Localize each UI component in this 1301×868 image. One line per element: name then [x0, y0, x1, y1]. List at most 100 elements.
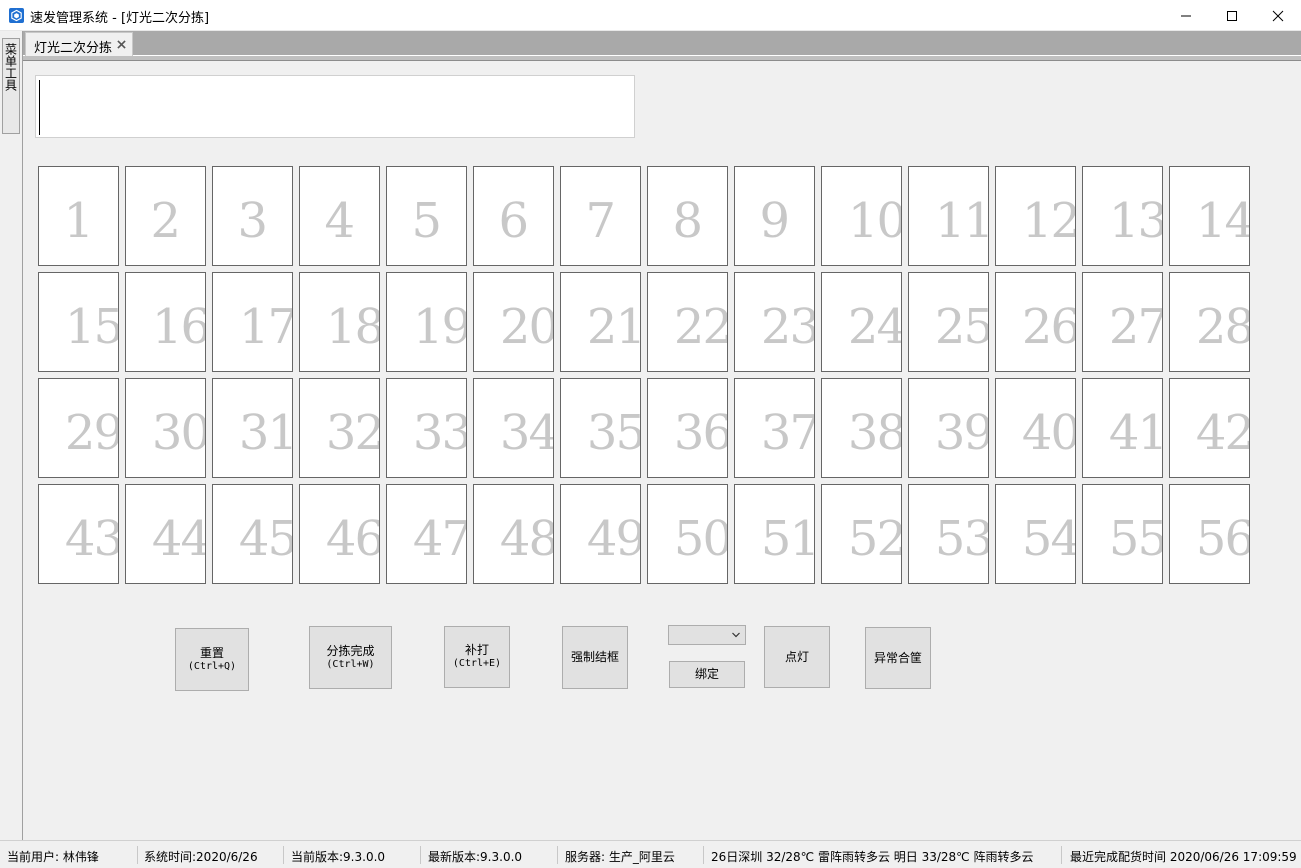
slot-cell[interactable]: 16	[125, 272, 206, 372]
slot-number: 9	[759, 193, 790, 249]
force-close-label: 强制结框	[570, 650, 619, 664]
slot-cell[interactable]: 18	[299, 272, 380, 372]
slot-cell[interactable]: 32	[299, 378, 380, 478]
slot-cell[interactable]: 28	[1169, 272, 1250, 372]
tab-light-secondary-sort[interactable]: 灯光二次分拣	[25, 32, 133, 56]
slot-cell[interactable]: 56	[1169, 484, 1250, 584]
slot-cell[interactable]: 15	[38, 272, 119, 372]
slot-number: 38	[847, 405, 902, 461]
slot-cell[interactable]: 12	[995, 166, 1076, 266]
slot-cell[interactable]: 7	[560, 166, 641, 266]
light-button[interactable]: 点灯	[764, 626, 830, 688]
slot-cell[interactable]: 37	[734, 378, 815, 478]
status-separator	[1061, 846, 1062, 864]
minimize-button[interactable]	[1163, 0, 1209, 31]
slot-number: 52	[847, 511, 902, 567]
slot-number: 55	[1108, 511, 1163, 567]
slot-cell[interactable]: 48	[473, 484, 554, 584]
slot-cell[interactable]: 46	[299, 484, 380, 584]
slot-cell[interactable]: 2	[125, 166, 206, 266]
slot-number: 50	[673, 511, 728, 567]
slot-cell[interactable]: 9	[734, 166, 815, 266]
status-separator	[703, 846, 704, 864]
slot-number: 26	[1021, 299, 1076, 355]
slot-cell[interactable]: 20	[473, 272, 554, 372]
slot-cell[interactable]: 26	[995, 272, 1076, 372]
slot-number: 46	[325, 511, 380, 567]
reprint-label: 补打	[464, 643, 489, 657]
reset-button[interactable]: 重置 (Ctrl+Q)	[175, 628, 249, 691]
slot-cell[interactable]: 1	[38, 166, 119, 266]
slot-cell[interactable]: 47	[386, 484, 467, 584]
slot-cell[interactable]: 36	[647, 378, 728, 478]
slot-cell[interactable]: 52	[821, 484, 902, 584]
close-button[interactable]	[1255, 0, 1301, 31]
slot-number: 20	[499, 299, 554, 355]
slot-number: 8	[672, 193, 703, 249]
slot-cell[interactable]: 55	[1082, 484, 1163, 584]
slot-cell[interactable]: 33	[386, 378, 467, 478]
maximize-button[interactable]	[1209, 0, 1255, 31]
slot-number: 41	[1108, 405, 1163, 461]
slot-cell[interactable]: 10	[821, 166, 902, 266]
slot-number: 19	[412, 299, 467, 355]
slot-cell[interactable]: 25	[908, 272, 989, 372]
slot-cell[interactable]: 22	[647, 272, 728, 372]
slot-cell[interactable]: 30	[125, 378, 206, 478]
slot-cell[interactable]: 42	[1169, 378, 1250, 478]
slot-cell[interactable]: 14	[1169, 166, 1250, 266]
slot-cell[interactable]: 4	[299, 166, 380, 266]
slot-cell[interactable]: 8	[647, 166, 728, 266]
slot-number: 14	[1195, 193, 1250, 249]
maximize-icon	[1227, 10, 1237, 21]
slot-cell[interactable]: 43	[38, 484, 119, 584]
slot-cell[interactable]: 34	[473, 378, 554, 478]
slot-cell[interactable]: 53	[908, 484, 989, 584]
slot-cell[interactable]: 29	[38, 378, 119, 478]
slot-cell[interactable]: 38	[821, 378, 902, 478]
status-current-user: 当前用户: 林伟锋	[7, 850, 99, 864]
slot-cell[interactable]: 11	[908, 166, 989, 266]
side-tab-menu-tools[interactable]: 菜单工具	[2, 38, 20, 134]
slot-cell[interactable]: 35	[560, 378, 641, 478]
slot-cell[interactable]: 13	[1082, 166, 1163, 266]
slot-cell[interactable]: 19	[386, 272, 467, 372]
status-separator	[283, 846, 284, 864]
reprint-button[interactable]: 补打 (Ctrl+E)	[444, 626, 510, 688]
slot-cell[interactable]: 24	[821, 272, 902, 372]
slot-cell[interactable]: 27	[1082, 272, 1163, 372]
slot-cell[interactable]: 45	[212, 484, 293, 584]
slot-cell[interactable]: 49	[560, 484, 641, 584]
slot-cell[interactable]: 21	[560, 272, 641, 372]
slot-number: 51	[760, 511, 815, 567]
sort-complete-button[interactable]: 分拣完成 (Ctrl+W)	[309, 626, 392, 689]
force-close-box-button[interactable]: 强制结框	[562, 626, 628, 689]
slot-cell[interactable]: 50	[647, 484, 728, 584]
sort-complete-label: 分拣完成	[326, 643, 375, 658]
exception-box-button[interactable]: 异常合筐	[865, 627, 931, 689]
tab-label: 灯光二次分拣	[34, 41, 113, 56]
tab-close-icon[interactable]	[115, 37, 127, 51]
slot-cell[interactable]: 51	[734, 484, 815, 584]
slot-number: 7	[585, 193, 616, 249]
slot-cell[interactable]: 17	[212, 272, 293, 372]
slot-number: 49	[586, 511, 641, 567]
slot-cell[interactable]: 31	[212, 378, 293, 478]
slot-cell[interactable]: 44	[125, 484, 206, 584]
slot-cell[interactable]: 41	[1082, 378, 1163, 478]
slot-cell[interactable]: 40	[995, 378, 1076, 478]
slot-cell[interactable]: 3	[212, 166, 293, 266]
slot-cell[interactable]: 23	[734, 272, 815, 372]
scan-input[interactable]	[35, 75, 635, 138]
slot-number: 56	[1195, 511, 1250, 567]
bind-button[interactable]: 绑定	[669, 661, 745, 688]
slot-cell[interactable]: 5	[386, 166, 467, 266]
slot-cell[interactable]: 54	[995, 484, 1076, 584]
slot-number: 2	[150, 193, 181, 249]
slot-cell[interactable]: 6	[473, 166, 554, 266]
tab-bar-divider	[23, 55, 1301, 61]
slot-cell[interactable]: 39	[908, 378, 989, 478]
slot-number: 40	[1021, 405, 1076, 461]
bind-select[interactable]	[668, 625, 746, 645]
slot-number: 12	[1021, 193, 1076, 249]
